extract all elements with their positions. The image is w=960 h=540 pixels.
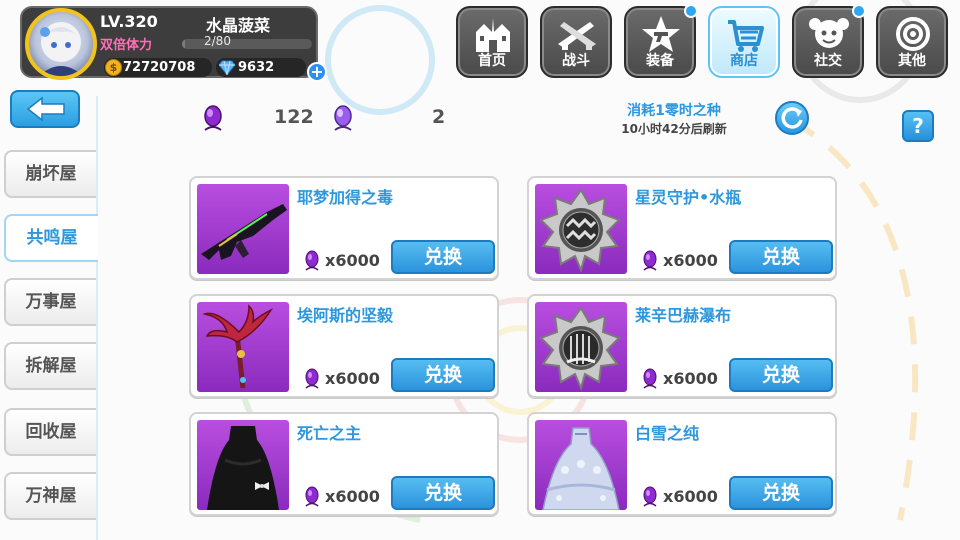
stamina-bar [182,39,312,49]
nav-equipment-button[interactable]: 装备 [624,4,698,78]
redeem-button[interactable]: 兑换 [729,358,833,392]
item-card-5: 死亡之主 x6000 兑换 [189,412,499,516]
item-thumbnail-white-dress[interactable] [535,420,627,510]
item-name: 耶梦加得之毒 [297,188,394,207]
redeem-button[interactable]: 兑换 [391,358,495,392]
item-thumbnail-black-dress[interactable] [197,420,289,510]
nav-home-button[interactable]: 首页 [456,6,528,78]
seed-count: 122 [274,106,314,128]
item-cost: x6000 [325,251,380,270]
zero-seed-count: 2 [432,106,446,128]
item-card-1: 耶梦加得之毒 x6000 兑换 [189,176,499,280]
redeem-button[interactable]: 兑换 [391,476,495,510]
player-name: 水晶菠菜 [206,16,271,35]
crossed-guns-icon [558,22,596,50]
nav-equipment-label: 装备 [646,53,674,69]
nav-social-button[interactable]: 社交 [792,4,866,78]
item-card-4: 莱辛巴赫瀑布 x6000 兑换 [527,294,837,398]
seed-cost-icon [305,368,319,389]
stamina-bar-fill [182,39,186,49]
item-thumbnail-phoenix-staff[interactable] [197,302,289,392]
refresh-button[interactable] [775,101,809,135]
social-face-icon [809,18,849,48]
stamina-label: 双倍体力 [100,38,153,53]
nav-battle-button[interactable]: 战斗 [540,6,612,78]
item-name: 白雪之纯 [635,424,700,443]
refresh-icon [781,107,803,129]
item-card-2: 星灵守护•水瓶 x6000 兑换 [527,176,837,280]
gold-coin-icon: $ [105,59,122,76]
item-card-6: 白雪之纯 x6000 兑换 [527,412,837,516]
item-cost: x6000 [325,369,380,388]
sidebar-tab-benghuai[interactable]: 崩坏屋 [4,150,96,198]
avatar-portrait-icon [39,22,83,76]
sidebar-tab-wanshen[interactable]: 万神屋 [4,472,96,520]
nav-social-label: 社交 [814,53,842,69]
violet-seed-icon [334,105,352,131]
aquarius-badge-thumb [539,188,621,273]
gold-counter: $ 72720708 [104,58,212,77]
item-name: 莱辛巴赫瀑布 [635,306,732,325]
seed-cost-icon [643,250,657,271]
redeem-button[interactable]: 兑换 [391,240,495,274]
target-icon [896,17,930,51]
purple-seed-icon [204,105,222,131]
sidebar-tab-wanshi[interactable]: 万事屋 [4,278,96,326]
item-thumbnail-rifle[interactable] [197,184,289,274]
help-button[interactable]: ? [902,110,934,142]
player-level: LV.320 [100,12,158,31]
nav-other-button[interactable]: 其他 [876,6,948,78]
nav-battle-label: 战斗 [562,53,590,69]
item-name: 埃阿斯的坚毅 [297,306,394,325]
crystal-amount: 9632 [238,60,275,75]
rifle-thumb [201,204,287,260]
item-card-3: 埃阿斯的坚毅 x6000 兑换 [189,294,499,398]
item-cost: x6000 [325,487,380,506]
gold-amount: 72720708 [123,60,196,75]
item-cost: x6000 [663,487,718,506]
refresh-timer: 10小时42分后刷新 [621,122,727,136]
seed-cost-icon [305,250,319,271]
sidebar-tab-huishou[interactable]: 回收屋 [4,408,96,456]
phoenix-staff-thumb [202,304,274,389]
redeem-button[interactable]: 兑换 [729,240,833,274]
sidebar-divider [96,96,98,540]
nav-home-label: 首页 [478,53,506,69]
seed-cost-icon [305,486,319,507]
nav-shop-button[interactable]: 商店 [708,6,780,78]
social-notification-dot [852,4,866,18]
item-cost: x6000 [663,251,718,270]
crystal-gem-icon [219,60,235,75]
shop-basket-icon [728,20,764,52]
item-name: 死亡之主 [297,424,362,443]
add-crystals-button[interactable]: + [307,62,327,82]
player-avatar[interactable] [25,8,97,80]
crystal-counter: 9632 [216,58,306,77]
black-dress-thumb [207,426,279,510]
equipment-notification-dot [684,4,698,18]
sidebar-tab-gongming[interactable]: 共鸣屋 [4,214,98,262]
sidebar-tab-chaijie[interactable]: 拆解屋 [4,342,96,390]
item-name: 星灵守护•水瓶 [635,188,742,207]
nav-shop-label: 商店 [730,53,758,69]
castle-icon [476,18,510,52]
refresh-cost-label: 消耗1零时之种 [627,103,721,119]
seed-cost-icon [643,368,657,389]
redeem-button[interactable]: 兑换 [729,476,833,510]
star-gun-icon [642,16,680,52]
item-thumbnail-waterfall-badge[interactable] [535,302,627,392]
stamina-value: 2/80 [204,34,231,48]
seed-cost-icon [643,486,657,507]
back-arrow-icon [26,96,65,122]
white-dress-thumb [542,427,620,510]
item-thumbnail-aquarius-badge[interactable] [535,184,627,274]
back-button[interactable] [10,90,80,128]
waterfall-badge-thumb [539,306,621,391]
nav-other-label: 其他 [898,53,926,69]
player-info-panel: LV.320 水晶菠菜 双倍体力 2/80 $ 72720708 9632 + [20,6,327,82]
item-cost: x6000 [663,369,718,388]
